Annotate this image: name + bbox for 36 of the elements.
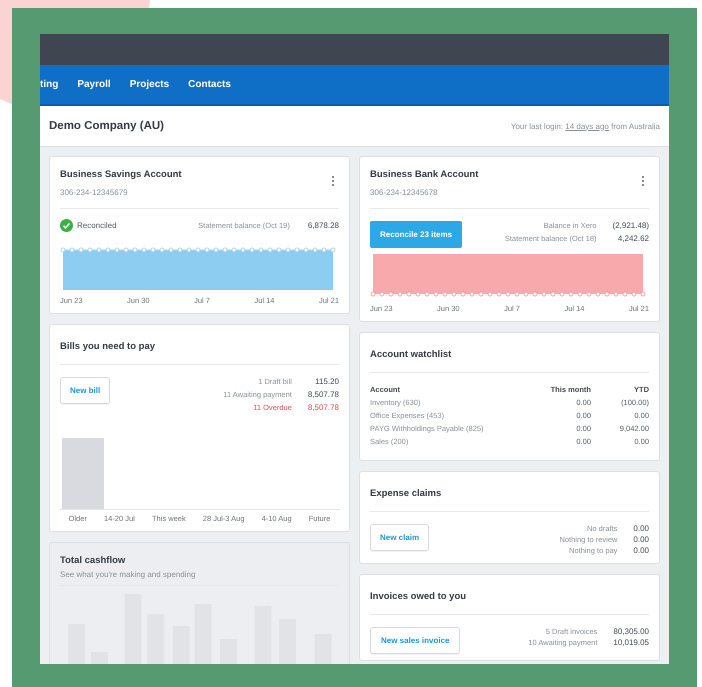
last-login-link[interactable]: 14 days ago	[565, 122, 609, 130]
card-title: Account watchlist	[370, 348, 452, 362]
card-title: Expense claims	[370, 487, 442, 501]
summary-value: 0.00	[633, 546, 649, 555]
card-title: Invoices owed to you	[370, 590, 466, 604]
summary-value: 115.20	[314, 377, 339, 386]
new-claim-button[interactable]: New claim	[370, 524, 430, 551]
reconciled-status: Reconciled	[77, 221, 117, 230]
nav-item[interactable]: ting	[40, 79, 58, 90]
check-icon	[60, 219, 73, 232]
balance-value: (2,921.48)	[612, 221, 649, 230]
reconcile-button[interactable]: Reconcile 23 items	[370, 221, 462, 248]
summary-value: 80,305.00	[613, 627, 649, 636]
new-bill-button[interactable]: New bill	[60, 377, 110, 404]
summary-value: 0.00	[633, 524, 649, 533]
last-login-text: Your last login: 14 days ago from Australia	[510, 122, 660, 130]
nav-item[interactable]: Contacts	[188, 79, 231, 90]
nav-item[interactable]: Payroll	[77, 79, 111, 90]
card-subtitle: See what you're making and spending	[60, 570, 196, 579]
card-title: Business Bank Account	[370, 169, 478, 180]
company-name: Demo Company (AU)	[49, 120, 164, 132]
card-title: Bills you need to pay	[60, 340, 156, 354]
balance-value: 4,242.62	[616, 234, 649, 243]
new-sales-invoice-button[interactable]: New sales invoice	[370, 627, 460, 654]
more-options-icon[interactable]	[331, 175, 335, 187]
nav-item[interactable]: Projects	[130, 79, 170, 90]
account-number: 306-234-12345678	[370, 188, 438, 197]
summary-value: 8,507.78	[308, 390, 339, 399]
summary-value: 10,019.05	[613, 638, 649, 647]
account-number: 306-234-12345679	[60, 188, 128, 197]
card-title: Total cashflow	[60, 555, 126, 566]
summary-value: 8,507.78	[308, 403, 339, 412]
more-options-icon[interactable]	[641, 175, 645, 187]
card-title: Business Savings Account	[60, 169, 182, 180]
summary-value: 0.00	[633, 535, 649, 544]
balance-value: 6,878.28	[308, 221, 339, 230]
